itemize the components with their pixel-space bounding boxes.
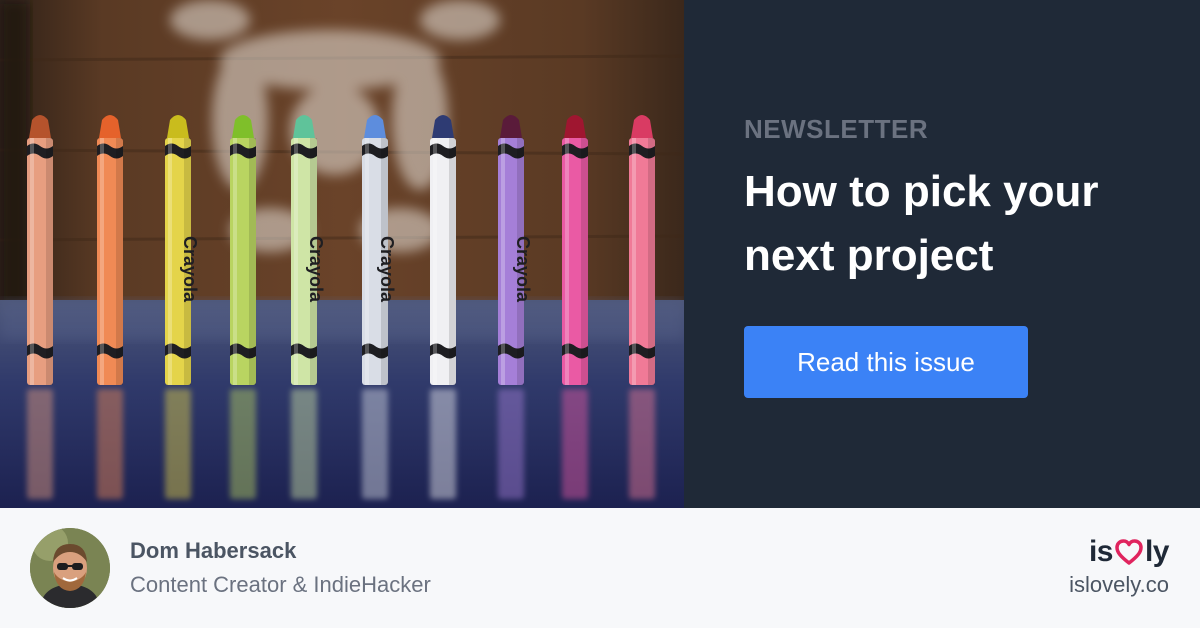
author-footer: Dom Habersack Content Creator & IndieHac… (0, 508, 1200, 628)
issue-title: How to pick your next project (744, 167, 1099, 280)
crayon (97, 115, 123, 385)
crayon (230, 115, 256, 385)
crayon-brand-print: Crayola (180, 236, 200, 303)
logo-text-right: ly (1144, 535, 1170, 568)
crayon-brand-print: Crayola (377, 236, 397, 303)
newsletter-label: NEWSLETTER (744, 114, 929, 144)
hero-photo-crayons: Crayola Crayola Crayola Crayola (0, 0, 684, 508)
heart-icon (1114, 538, 1144, 566)
read-issue-button[interactable]: Read this issue (744, 326, 1028, 398)
crayon-brand-print: Crayola (306, 236, 326, 303)
hero-panel: NEWSLETTER How to pick your next project… (684, 0, 1200, 508)
crayon (430, 115, 456, 385)
crayon-brand-print: Crayola (513, 236, 533, 303)
social-card: Crayola Crayola Crayola Crayola NEWSLETTER … (0, 0, 1200, 628)
crayon (629, 115, 655, 385)
hero: Crayola Crayola Crayola Crayola NEWSLETTER … (0, 0, 1200, 508)
crayon (562, 115, 588, 385)
crayon (27, 115, 53, 385)
author-role: Content Creator & IndieHacker (130, 572, 431, 597)
avatar (30, 528, 110, 608)
logo-text-left: is (1088, 535, 1114, 568)
author-name: Dom Habersack (130, 538, 297, 563)
brand-logo: is ly (1088, 534, 1170, 570)
brand-url: islovely.co (1069, 572, 1169, 597)
